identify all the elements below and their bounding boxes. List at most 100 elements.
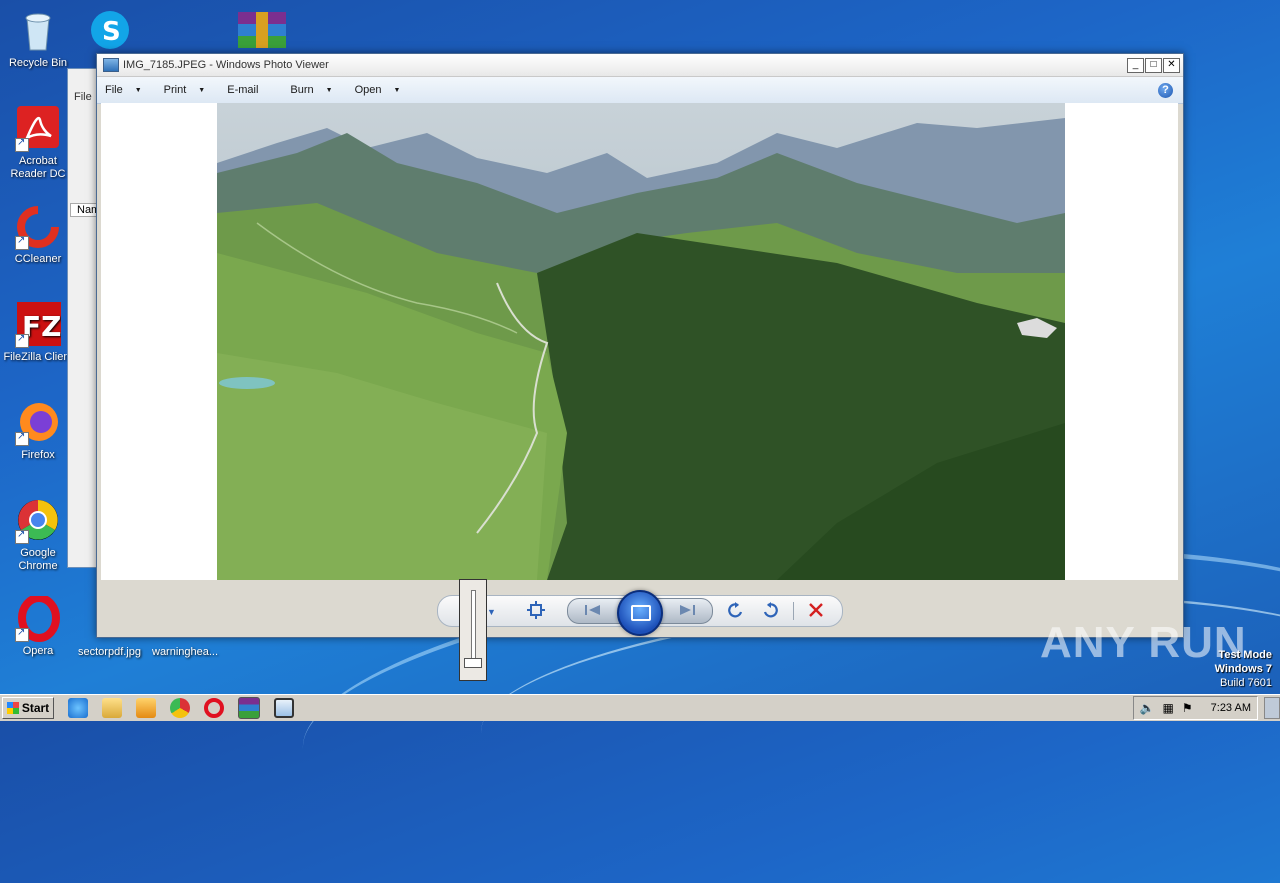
opera-icon	[15, 594, 61, 642]
menu-email[interactable]: E-mail	[227, 84, 258, 96]
opera-taskbar-icon[interactable]	[204, 698, 224, 718]
acrobat-icon	[15, 106, 61, 152]
internet-explorer-icon[interactable]	[68, 698, 88, 718]
desktop-icon-recycle-bin[interactable]: Recycle Bin	[0, 8, 76, 70]
menu-bar: File ▼ Print ▼ E-mail Burn ▼ Open ▼ ?	[97, 77, 1183, 104]
chevron-down-icon: ▼	[325, 86, 333, 94]
windows-flag-icon	[6, 702, 19, 714]
chevron-down-icon: ▼	[134, 86, 142, 94]
desktop-icon-label: CCleaner	[14, 253, 62, 265]
play-slideshow-button[interactable]	[617, 590, 663, 636]
actual-size-button[interactable]	[525, 600, 547, 626]
desktop-icon-filezilla[interactable]: FZ FileZilla Client	[0, 302, 76, 364]
desktop-icon-chrome[interactable]: Google Chrome	[0, 498, 76, 573]
svg-text:S: S	[102, 17, 121, 47]
desktop-icon-firefox[interactable]: Firefox	[0, 400, 76, 462]
filezilla-icon: FZ	[15, 302, 61, 348]
start-label: Start	[21, 701, 50, 715]
zoom-slider[interactable]	[459, 579, 487, 681]
delete-icon	[809, 603, 823, 617]
chevron-down-icon: ▼	[198, 86, 206, 94]
menu-burn-label: Burn	[290, 84, 314, 96]
shortcut-arrow-icon	[15, 430, 29, 446]
menu-open-label: Open	[354, 84, 382, 96]
maximize-button[interactable]: □	[1145, 57, 1162, 73]
action-center-flag-icon[interactable]: ⚑	[1182, 701, 1193, 715]
chrome-icon	[15, 498, 61, 544]
watermark-line-1: Test Mode	[1218, 649, 1272, 661]
photo-viewer-taskbar-icon[interactable]	[274, 698, 294, 718]
menu-file[interactable]: File ▼	[105, 84, 142, 96]
rotate-counterclockwise-button[interactable]	[725, 600, 747, 626]
minimize-button[interactable]: _	[1127, 57, 1144, 73]
system-tray: 🔈 ▦ ⚑ 7:23 AM	[1132, 696, 1258, 720]
window-title: IMG_7185.JPEG - Windows Photo Viewer	[123, 59, 329, 71]
photo-viewer-app-icon	[103, 58, 119, 72]
chevron-down-icon: ▼	[393, 86, 401, 94]
toolbar-divider	[793, 602, 794, 620]
playback-toolbar: ▼	[97, 579, 1183, 681]
clock[interactable]: 7:23 AM	[1211, 702, 1251, 714]
rotate-left-icon	[728, 602, 743, 618]
delete-button[interactable]	[805, 600, 827, 626]
desktop-icon-ccleaner[interactable]: CCleaner	[0, 204, 76, 266]
bg-menu-file[interactable]: File	[74, 91, 92, 103]
title-bar[interactable]: IMG_7185.JPEG - Windows Photo Viewer _ □…	[97, 54, 1183, 77]
watermark-line-3: Build 7601	[1220, 677, 1272, 689]
previous-button[interactable]	[581, 600, 605, 626]
media-player-icon[interactable]	[136, 698, 156, 718]
firefox-icon	[15, 400, 61, 446]
previous-icon	[585, 605, 600, 615]
shortcut-arrow-icon	[15, 528, 29, 544]
taskbar: Start 🔈 ▦ ⚑ 7:23 AM	[0, 694, 1280, 721]
desktop-file-sectorpdf[interactable]: sectorpdf.jpg	[78, 646, 141, 658]
menu-email-label: E-mail	[227, 84, 259, 96]
menu-burn[interactable]: Burn ▼	[290, 84, 332, 96]
desktop-icon-label: Opera	[22, 645, 54, 657]
recycle-bin-icon	[15, 8, 61, 54]
zoom-dropdown-caret-icon[interactable]: ▼	[487, 602, 496, 622]
menu-print-label: Print	[163, 84, 187, 96]
shortcut-arrow-icon	[15, 234, 29, 250]
desktop-icon-label: Google Chrome	[18, 547, 58, 572]
ccleaner-icon	[15, 204, 61, 250]
menu-open[interactable]: Open ▼	[355, 84, 401, 96]
desktop-icon-label: FileZilla Client	[3, 351, 73, 363]
start-button[interactable]: Start	[2, 697, 54, 719]
desktop-icon-acrobat[interactable]: Acrobat Reader DC	[0, 106, 76, 181]
fit-to-window-icon	[527, 601, 545, 619]
desktop-icon-label: Acrobat Reader DC	[10, 155, 66, 180]
rotate-clockwise-button[interactable]	[759, 600, 781, 626]
desktop-icon-opera[interactable]: Opera	[0, 594, 76, 658]
zoom-slider-track[interactable]	[471, 590, 476, 664]
close-button[interactable]: ✕	[1163, 57, 1180, 73]
shortcut-arrow-icon	[15, 626, 29, 642]
image-view-area[interactable]	[101, 103, 1178, 580]
window-controls: _ □ ✕	[1127, 57, 1180, 73]
desktop-icon-label: Firefox	[21, 449, 55, 461]
photo-viewer-window[interactable]: IMG_7185.JPEG - Windows Photo Viewer _ □…	[96, 53, 1184, 681]
help-button[interactable]: ?	[1158, 82, 1173, 98]
winrar-icon[interactable]	[238, 10, 286, 50]
skype-icon[interactable]: S	[88, 10, 132, 54]
zoom-slider-thumb[interactable]	[464, 658, 482, 668]
displayed-photo	[217, 103, 1065, 580]
show-desktop-button[interactable]	[1264, 697, 1280, 719]
rotate-right-icon	[763, 602, 778, 618]
shortcut-arrow-icon	[15, 332, 29, 348]
desktop-file-warninghea[interactable]: warninghea...	[152, 646, 218, 658]
shortcut-arrow-icon	[15, 136, 29, 152]
chrome-taskbar-icon[interactable]	[170, 698, 190, 718]
next-button[interactable]	[675, 600, 699, 626]
menu-print[interactable]: Print ▼	[164, 84, 206, 96]
winrar-taskbar-icon[interactable]	[238, 697, 260, 719]
network-icon[interactable]: ▦	[1163, 701, 1174, 715]
menu-file-label: File	[105, 84, 123, 96]
explorer-folder-icon[interactable]	[102, 698, 122, 718]
mountain-landscape-image	[217, 103, 1065, 580]
watermark-line-2: Windows 7	[1214, 663, 1272, 675]
desktop-icon-label: Recycle Bin	[8, 57, 68, 69]
next-icon	[680, 605, 695, 615]
test-mode-watermark: Test Mode Windows 7 Build 7601	[1215, 648, 1272, 690]
volume-icon[interactable]: 🔈	[1140, 701, 1155, 715]
